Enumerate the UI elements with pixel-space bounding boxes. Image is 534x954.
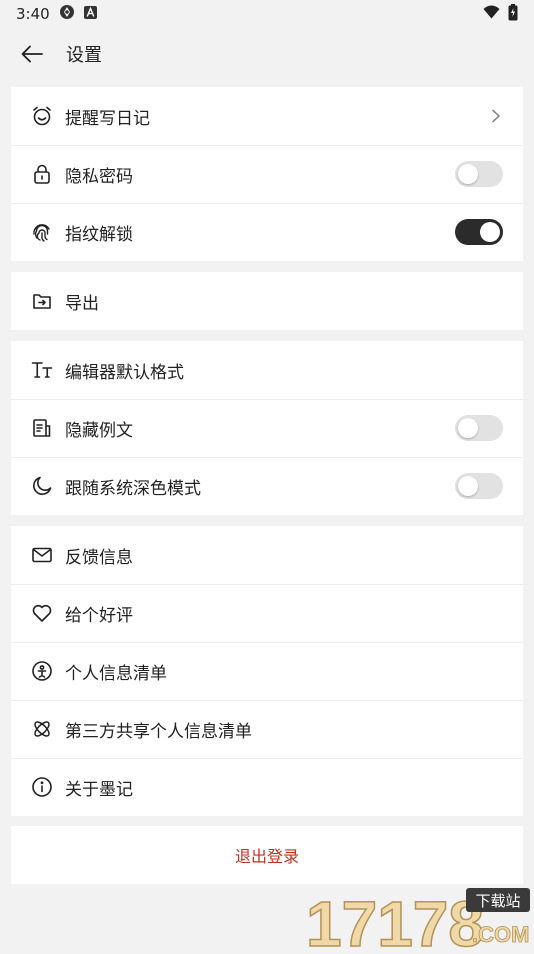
settings-group-export: 导出 (11, 272, 523, 330)
settings-item-label: 隐私密码 (65, 166, 133, 187)
settings-group-about: 反馈信息 给个好评 个人信息清单 第三方共享个人信息清单 关于墨记 (11, 526, 523, 816)
battery-icon (508, 3, 518, 25)
export-icon (31, 290, 53, 312)
page-title: 设置 (66, 45, 102, 66)
toggle-knob (458, 418, 478, 438)
settings-item-label: 跟随系统深色模式 (65, 478, 201, 499)
fingerprint-icon (31, 221, 53, 243)
chevron-right-icon (489, 109, 503, 123)
watermark-badge: 下载站 (475, 892, 520, 910)
moon-icon (31, 475, 53, 497)
heart-icon (31, 602, 53, 624)
settings-item-hide-examples[interactable]: 隐藏例文 (11, 399, 523, 457)
mail-icon (31, 544, 53, 566)
settings-item-about[interactable]: 关于墨记 (11, 758, 523, 816)
hide-examples-toggle[interactable] (455, 415, 503, 441)
settings-group-editor: 编辑器默认格式 隐藏例文 跟随系统深色模式 (11, 341, 523, 515)
settings-item-third-party-sharing[interactable]: 第三方共享个人信息清单 (11, 700, 523, 758)
settings-item-personal-info-list[interactable]: 个人信息清单 (11, 642, 523, 700)
lock-icon (31, 163, 53, 185)
settings-item-label: 给个好评 (65, 605, 133, 626)
fingerprint-unlock-toggle[interactable] (455, 219, 503, 245)
watermark-suffix: .COM (472, 922, 529, 947)
person-info-icon (31, 660, 53, 682)
wifi-icon (483, 5, 500, 23)
settings-item-dark-mode[interactable]: 跟随系统深色模式 (11, 457, 523, 515)
status-time: 3:40 (16, 5, 50, 23)
share-atom-icon (31, 718, 53, 740)
settings-item-label: 个人信息清单 (65, 663, 167, 684)
site-watermark: 17178 下载站 .COM (304, 884, 534, 954)
privacy-password-toggle[interactable] (455, 161, 503, 187)
arrow-left-icon (21, 45, 43, 63)
settings-item-label: 编辑器默认格式 (65, 362, 184, 383)
app-notification-icon (83, 5, 97, 23)
settings-item-diary-reminder[interactable]: 提醒写日记 (11, 87, 523, 145)
text-format-icon (31, 359, 53, 381)
settings-group-reminder-security: 提醒写日记 隐私密码 指纹解锁 (11, 87, 523, 261)
settings-item-label: 指纹解锁 (65, 224, 133, 245)
settings-item-label: 第三方共享个人信息清单 (65, 721, 252, 742)
status-bar: 3:40 (0, 0, 534, 28)
toggle-knob (458, 476, 478, 496)
settings-item-export[interactable]: 导出 (11, 272, 523, 330)
settings-item-label: 导出 (65, 293, 99, 314)
settings-item-label: 隐藏例文 (65, 420, 133, 441)
settings-item-label: 提醒写日记 (65, 108, 150, 129)
settings-item-label: 反馈信息 (65, 547, 133, 568)
settings-item-privacy-password[interactable]: 隐私密码 (11, 145, 523, 203)
settings-item-label: 关于墨记 (65, 779, 133, 800)
toggle-knob (480, 222, 500, 242)
settings-item-rate-app[interactable]: 给个好评 (11, 584, 523, 642)
toggle-knob (458, 164, 478, 184)
back-button[interactable] (12, 34, 52, 74)
app-bar: 设置 (0, 28, 534, 80)
alarm-clock-icon (31, 105, 53, 127)
sync-icon (59, 4, 75, 24)
watermark-number: 17178 (306, 888, 484, 950)
info-icon (31, 776, 53, 798)
settings-item-feedback[interactable]: 反馈信息 (11, 526, 523, 584)
logout-label: 退出登录 (234, 847, 299, 866)
settings-item-fingerprint-unlock[interactable]: 指纹解锁 (11, 203, 523, 261)
logout-button[interactable]: 退出登录 (11, 826, 523, 884)
document-icon (31, 417, 53, 439)
dark-mode-toggle[interactable] (455, 473, 503, 499)
settings-item-editor-format[interactable]: 编辑器默认格式 (11, 341, 523, 399)
